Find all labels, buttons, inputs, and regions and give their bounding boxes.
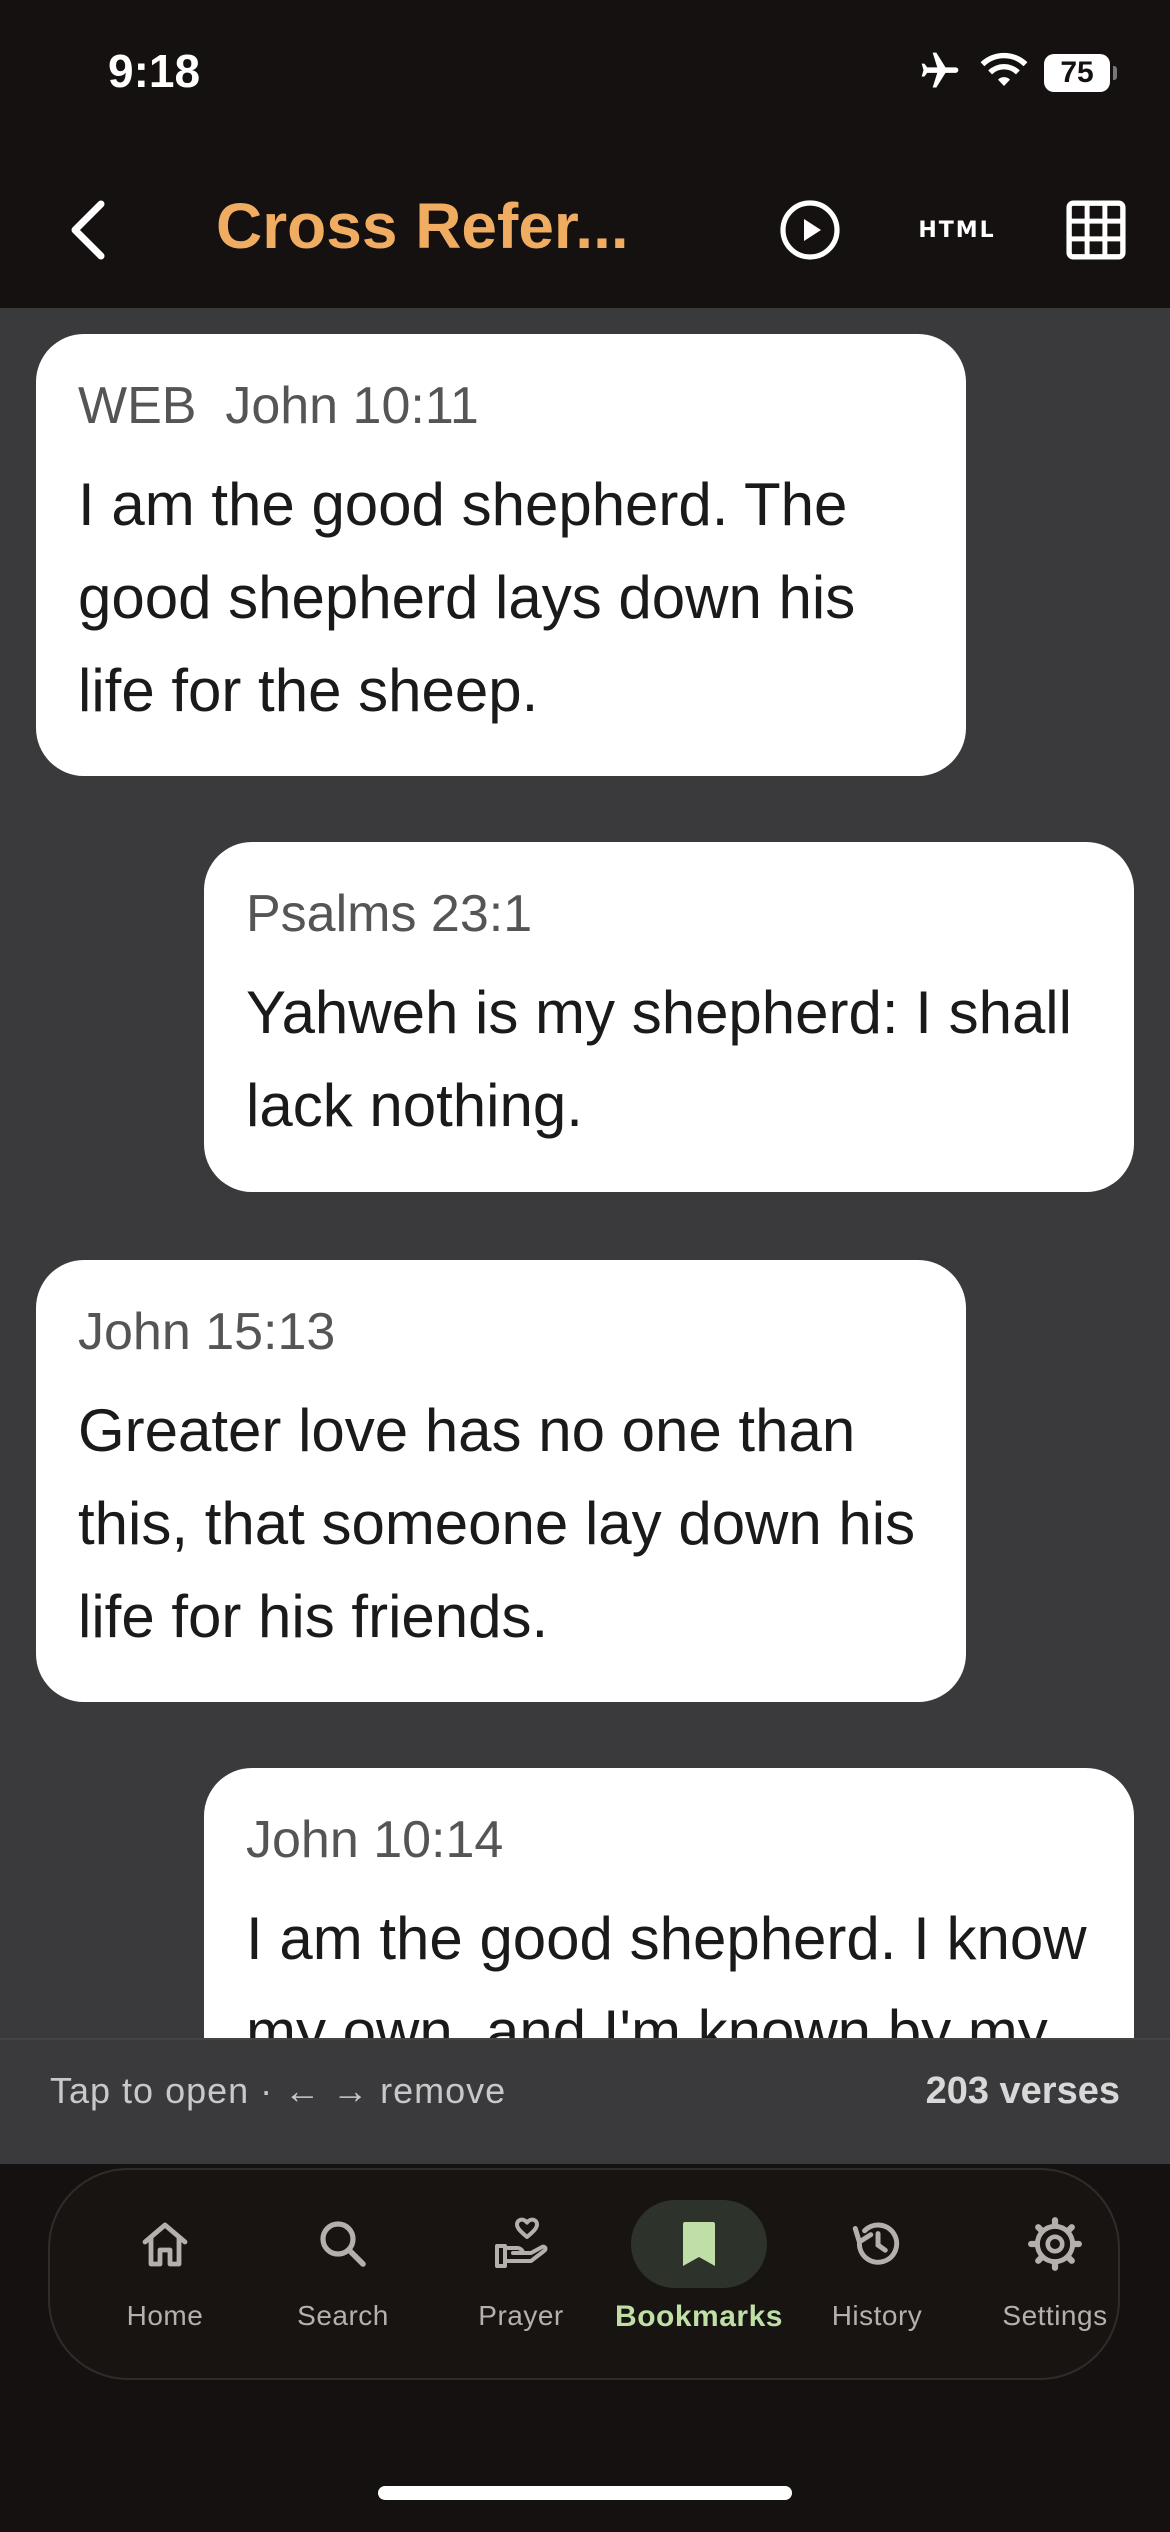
battery-level: 75 [1060,56,1094,89]
gesture-hint: Tap to open · ← → remove [50,2070,507,2111]
bottom-navigation: Home Search Prayer Bookmarks History Set… [0,2164,1170,2532]
status-time: 9:18 [108,45,201,97]
gear-icon [987,2200,1123,2288]
verse-text: Greater love has no one than this, that … [78,1397,916,1650]
verse-count: 203 verses [925,2070,1120,2112]
bookmark-icon [631,2200,767,2288]
search-icon [275,2200,411,2288]
tab-search[interactable]: Search [254,2170,432,2382]
grid-icon [1066,200,1126,260]
wifi-icon [980,51,1028,96]
tab-history[interactable]: History [788,2170,966,2382]
play-circle-icon [780,200,840,260]
home-indicator [378,2486,792,2500]
html-export-button[interactable]: HTML [912,190,1002,270]
verse-card[interactable]: John 10:14 I am the good shepherd. I kno… [204,1768,1134,2038]
tab-prayer[interactable]: Prayer [432,2170,610,2382]
verse-reference: John 10:14 [246,1811,504,1869]
verse-text: I am the good shepherd. The good shepher… [78,471,856,724]
app-header: Cross Refer... HTML [0,150,1170,308]
verse-reference: Psalms 23:1 [246,885,533,943]
page-title: Cross Refer... [216,190,629,262]
airplane-mode-icon [916,49,964,98]
verse-text: I am the good shepherd. I know my own, a… [246,1905,1087,2038]
verse-reference: John 15:13 [78,1303,336,1361]
verse-card[interactable]: WEB John 10:11 I am the good shepherd. T… [36,334,966,776]
tab-settings[interactable]: Settings [966,2170,1144,2382]
chevron-left-icon [71,200,105,260]
history-icon [809,2200,945,2288]
verse-list[interactable]: WEB John 10:11 I am the good shepherd. T… [0,308,1170,2038]
play-button[interactable] [770,190,850,270]
tab-label: Settings [1002,2300,1108,2331]
back-button[interactable] [52,190,122,270]
footer-bar: Tap to open · ← → remove 203 verses [0,2038,1170,2164]
verse-card[interactable]: John 15:13 Greater love has no one than … [36,1260,966,1702]
home-icon [97,2200,233,2288]
tab-bookmarks[interactable]: Bookmarks [610,2170,788,2382]
grid-view-button[interactable] [1056,190,1136,270]
verse-card[interactable]: Psalms 23:1 Yahweh is my shepherd: I sha… [204,842,1134,1192]
tab-bar: Home Search Prayer Bookmarks History Set… [48,2168,1120,2380]
verse-text: Yahweh is my shepherd: I shall lack noth… [246,979,1072,1139]
battery-indicator: 75 [1044,54,1117,92]
prayer-hand-heart-icon [453,2200,589,2288]
status-icons: 75 [916,48,1117,98]
status-bar: 9:18 75 [0,0,1170,150]
tab-home[interactable]: Home [76,2170,254,2382]
verse-reference: WEB John 10:11 [78,377,479,435]
html-button-label: HTML [918,217,996,243]
